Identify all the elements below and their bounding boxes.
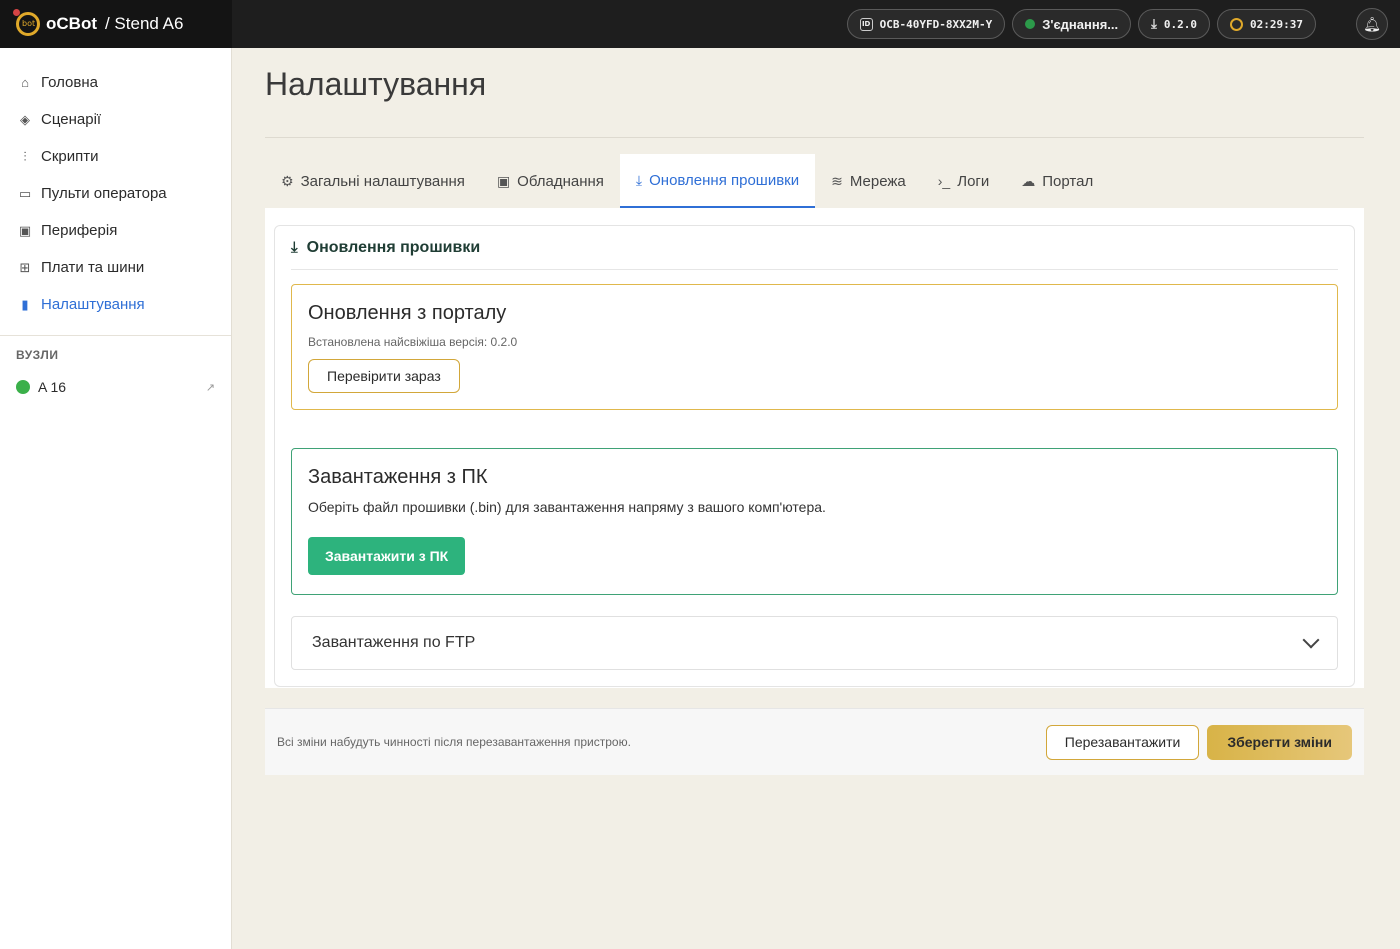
- portal-version-text: Встановлена найсвіжіша версія: 0.2.0: [308, 335, 518, 349]
- pc-upload-section: Завантаження з ПК Оберіть файл прошивки …: [291, 448, 1338, 595]
- external-link-icon[interactable]: ↗: [206, 381, 215, 394]
- sidebar-item-scenarios[interactable]: ◈ Сценарії: [0, 101, 231, 138]
- monitor-icon: ▭: [18, 185, 32, 201]
- sidebar-item-boards[interactable]: ⊞ Плати та шини: [0, 249, 231, 286]
- settings-tabs: ⚙ Загальні налаштування ▣ Обладнання ⤓ О…: [265, 154, 1364, 208]
- terminal-icon: ›_: [937, 173, 951, 189]
- tab-portal[interactable]: ☁ Портал: [1005, 154, 1109, 208]
- bell-icon: 🔔︎: [1363, 15, 1381, 32]
- gear-icon: ⚙: [281, 172, 294, 189]
- firmware-card: ⤓ Оновлення прошивки Оновлення з порталу…: [274, 225, 1355, 687]
- portal-title: Оновлення з порталу: [308, 302, 507, 324]
- sidebar-item-label: Пульти оператора: [41, 185, 167, 202]
- ocbot-logo-icon: bot: [13, 9, 40, 36]
- device-id: OCB-40YFD-8XX2M-Y: [879, 17, 993, 31]
- tab-firmware-update[interactable]: ⤓ Оновлення прошивки: [619, 154, 816, 208]
- version: 0.2.0: [1163, 17, 1198, 31]
- chip-icon: ▣: [496, 172, 511, 189]
- clock-icon: [1230, 17, 1244, 31]
- device-id-chip[interactable]: ID OCB-40YFD-8XX2M-Y: [846, 9, 1006, 39]
- id-icon: ID: [859, 17, 873, 31]
- sidebar-item-label: Головна: [41, 74, 98, 91]
- title-divider: [265, 137, 1364, 138]
- node-label: A 16: [38, 379, 67, 395]
- sidebar: ⌂ Головна ◈ Сценарії ⫶ Скрипти ▭ Пульти …: [0, 48, 232, 949]
- notifications-button[interactable]: 🔔︎: [1356, 8, 1388, 40]
- tab-general[interactable]: ⚙ Загальні налаштування: [265, 154, 481, 208]
- footer-note: Всі зміни набудуть чинності після переза…: [277, 735, 631, 749]
- home-icon: ⌂: [21, 75, 29, 90]
- folder-icon: ⊞: [19, 259, 31, 275]
- sidebar-item-label: Налаштування: [41, 296, 145, 313]
- download-icon: ⤓: [291, 239, 298, 256]
- top-bar: bot oCBot / Stend A6 ID OCB-40YFD-8XX2M-…: [0, 0, 1400, 48]
- download-icon: ⤓: [635, 171, 643, 188]
- main-content: Налаштування ⚙ Загальні налаштування ▣ О…: [265, 48, 1364, 775]
- tab-panel: ⤓ Оновлення прошивки Оновлення з порталу…: [265, 208, 1364, 688]
- upload-from-pc-button[interactable]: Завантажити з ПК: [308, 537, 466, 575]
- node-item[interactable]: A 16 ↗: [0, 373, 231, 401]
- chip-icon: ▣: [18, 222, 32, 238]
- header-chips: ID OCB-40YFD-8XX2M-Y З'єднання... ⤓ 0.2.…: [846, 9, 1316, 39]
- reboot-button[interactable]: Перезавантажити: [1045, 724, 1200, 760]
- connection-status: З'єднання...: [1042, 16, 1119, 32]
- page-title: Налаштування: [265, 66, 487, 102]
- sidebar-item-label: Сценарії: [41, 111, 102, 128]
- tab-network[interactable]: ≋ Мережа: [815, 154, 922, 208]
- sliders-icon: ⫶: [23, 148, 27, 164]
- card-header: ⤓ Оновлення прошивки: [291, 226, 1338, 270]
- tab-label: Оновлення прошивки: [649, 171, 800, 189]
- brand-name: oCBot: [46, 14, 97, 33]
- pc-description: Оберіть файл прошивки (.bin) для заванта…: [308, 499, 826, 515]
- brand-area[interactable]: bot oCBot / Stend A6: [0, 0, 232, 48]
- check-now-button[interactable]: Перевірити зараз: [308, 359, 460, 393]
- sidebar-item-scripts[interactable]: ⫶ Скрипти: [0, 138, 231, 175]
- save-button[interactable]: Зберегти зміни: [1207, 724, 1352, 760]
- card-title: Оновлення прошивки: [306, 238, 481, 256]
- tab-logs[interactable]: ›_ Логи: [922, 154, 1006, 208]
- bar-chart-icon: ▮: [21, 296, 29, 312]
- connection-status-chip[interactable]: З'єднання...: [1012, 9, 1132, 39]
- sidebar-item-label: Периферія: [41, 222, 118, 239]
- sidebar-item-peripherals[interactable]: ▣ Периферія: [0, 212, 231, 249]
- sidebar-item-label: Скрипти: [41, 148, 99, 165]
- pc-title: Завантаження з ПК: [308, 466, 488, 488]
- sidebar-item-settings[interactable]: ▮ Налаштування: [0, 286, 231, 323]
- node-status-icon: [16, 380, 30, 394]
- tab-label: Загальні налаштування: [300, 172, 465, 190]
- tab-label: Мережа: [849, 172, 906, 190]
- status-dot-icon: [1025, 19, 1036, 29]
- uptime: 02:29:37: [1250, 17, 1303, 31]
- wifi-icon: ≋: [831, 172, 843, 189]
- tab-label: Портал: [1042, 172, 1094, 190]
- uptime-chip[interactable]: 02:29:37: [1217, 9, 1316, 39]
- cloud-icon: ☁: [1021, 172, 1036, 189]
- sidebar-item-home[interactable]: ⌂ Головна: [0, 64, 231, 101]
- sidebar-item-operator-panels[interactable]: ▭ Пульти оператора: [0, 175, 231, 212]
- ftp-accordion[interactable]: Завантаження по FTP: [291, 616, 1338, 670]
- sidebar-item-label: Плати та шини: [41, 259, 145, 276]
- portal-update-section: Оновлення з порталу Встановлена найсвіжі…: [291, 284, 1338, 410]
- tab-label: Обладнання: [517, 172, 604, 190]
- tab-hardware[interactable]: ▣ Обладнання: [481, 154, 620, 208]
- sidebar-nav: ⌂ Головна ◈ Сценарії ⫶ Скрипти ▭ Пульти …: [0, 48, 231, 323]
- tab-label: Логи: [957, 172, 990, 190]
- version-chip[interactable]: ⤓ 0.2.0: [1138, 9, 1211, 39]
- nodes-heading: ВУЗЛИ: [16, 348, 59, 362]
- ftp-title: Завантаження по FTP: [312, 634, 476, 651]
- breadcrumb: / Stend A6: [104, 14, 184, 33]
- layers-icon: ◈: [20, 111, 30, 127]
- download-icon: ⤓: [1151, 16, 1157, 32]
- chevron-down-icon: [1302, 631, 1320, 649]
- footer-bar: Всі зміни набудуть чинності після переза…: [265, 708, 1364, 775]
